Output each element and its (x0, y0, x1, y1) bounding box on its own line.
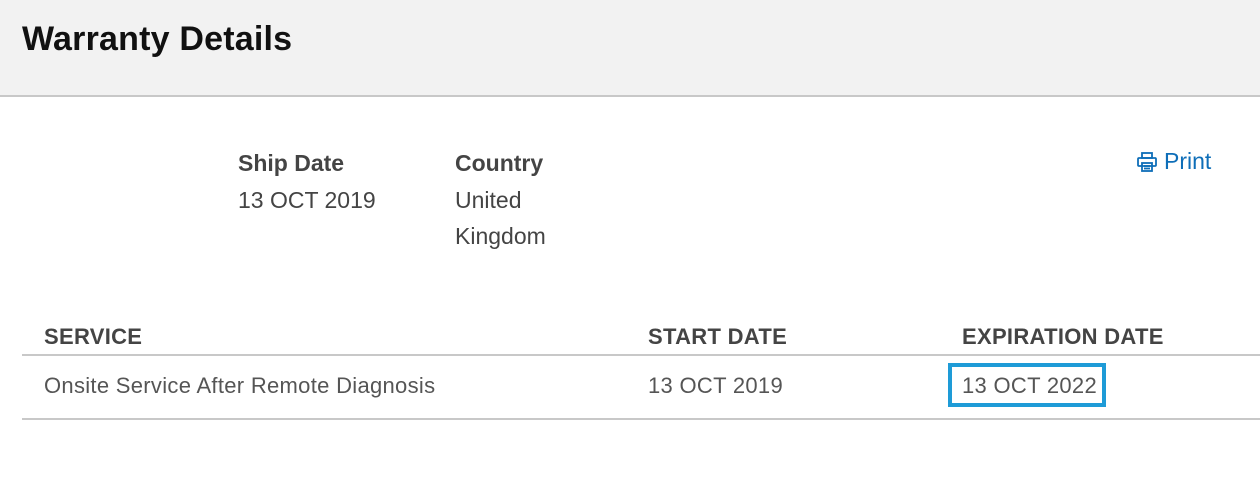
table-header: SERVICE START DATE EXPIRATION DATE (22, 318, 1260, 356)
print-label: Print (1164, 148, 1212, 174)
print-link[interactable]: Print (1136, 148, 1211, 175)
country-label: Country (455, 150, 544, 176)
cell-start-date: 13 OCT 2019 (648, 373, 783, 398)
page-header: Warranty Details (0, 0, 1260, 97)
country-value-line1: United (455, 187, 522, 213)
warranty-table: SERVICE START DATE EXPIRATION DATE Onsit… (22, 318, 1260, 420)
ship-date-label: Ship Date (238, 150, 345, 176)
country-value-line2: Kingdom (455, 223, 546, 249)
warranty-details-page: Warranty Details Ship Date 13 OCT 2019 C… (0, 0, 1260, 493)
column-header-service: SERVICE (44, 324, 143, 349)
column-header-start-date: START DATE (648, 324, 788, 349)
cell-expiration-date: 13 OCT 2022 (962, 373, 1097, 398)
country-value: United Kingdom (455, 182, 585, 254)
ship-date-block: Ship Date 13 OCT 2019 (238, 148, 376, 218)
country-block: Country United Kingdom (455, 148, 585, 254)
page-title: Warranty Details (22, 20, 293, 58)
cell-service: Onsite Service After Remote Diagnosis (44, 373, 436, 398)
table-row: Onsite Service After Remote Diagnosis 13… (22, 356, 1260, 420)
column-header-expiration-date: EXPIRATION DATE (962, 324, 1164, 349)
printer-icon (1136, 151, 1158, 173)
ship-date-value: 13 OCT 2019 (238, 187, 376, 213)
